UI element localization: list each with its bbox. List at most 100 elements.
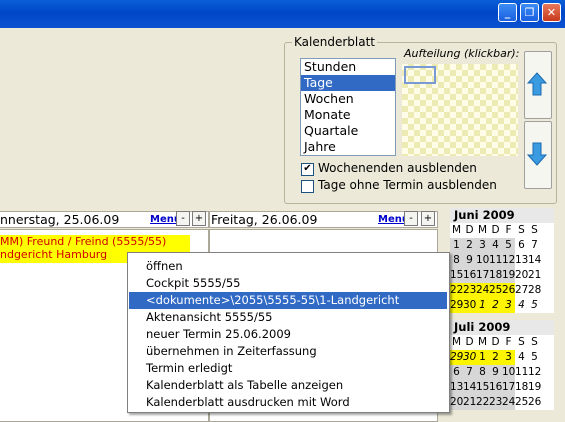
calendar-day[interactable]: 3 [502, 350, 515, 365]
calendar-day[interactable]: 24 [502, 395, 515, 410]
scroll-up-button[interactable] [524, 51, 552, 119]
calendar-day[interactable]: 28 [528, 283, 541, 298]
calendar-day[interactable]: 1 [450, 238, 463, 253]
calendar-day[interactable]: 4 [489, 238, 502, 253]
day-plus-button-2[interactable]: + [421, 211, 435, 226]
calendar-day[interactable]: 13 [515, 253, 528, 268]
unit-item-wochen[interactable]: Wochen [301, 91, 395, 107]
calendar-day[interactable]: 3 [476, 238, 489, 253]
context-menu-item[interactable]: neuer Termin 25.06.2009 [129, 326, 447, 343]
calendar-day[interactable]: 9 [489, 365, 502, 380]
calendar-weekday-label: D [465, 336, 474, 348]
calendar-day[interactable]: 29 [450, 298, 463, 313]
calendar-day[interactable]: 30 [463, 298, 476, 313]
calendar-day[interactable]: 6 [515, 238, 528, 253]
day-minus-button-2[interactable]: - [404, 211, 418, 226]
calendar-day[interactable]: 25 [515, 395, 528, 410]
calendar-day[interactable]: 14 [528, 253, 541, 268]
calendar-day[interactable]: 25 [489, 283, 502, 298]
calendar-day[interactable]: 7 [528, 238, 541, 253]
calendar-day[interactable]: 15 [450, 268, 463, 283]
close-button[interactable]: ✕ [542, 3, 561, 22]
no-appointment-checkbox-label: Tage ohne Termin ausblenden [318, 178, 497, 192]
scroll-down-button[interactable] [524, 121, 552, 189]
unit-item-tage[interactable]: Tage [301, 75, 395, 91]
calendar-day[interactable]: 16 [463, 268, 476, 283]
arrow-up-icon [527, 72, 547, 96]
day-minus-button-1[interactable]: - [176, 211, 190, 226]
calendar-day[interactable]: 26 [528, 395, 541, 410]
calendar-day[interactable]: 12 [502, 253, 515, 268]
calendar-day[interactable]: 2 [489, 298, 502, 313]
calendar-day[interactable]: 5 [528, 298, 541, 313]
calendar-day[interactable]: 19 [528, 380, 541, 395]
appointment-line-1: MM) Freund / Freind (5555/55) [0, 235, 167, 248]
calendar-day[interactable]: 9 [463, 253, 476, 268]
calendar-day[interactable]: 15 [476, 380, 489, 395]
context-menu-item[interactable]: Cockpit 5555/55 [129, 275, 447, 292]
time-unit-list[interactable]: Stunden Tage Wochen Monate Quartale Jahr… [300, 58, 396, 156]
calendar-day[interactable]: 23 [489, 395, 502, 410]
calendar-day[interactable]: 22 [450, 283, 463, 298]
calendar-day[interactable]: 8 [476, 365, 489, 380]
weekends-checkbox-label: Wochenenden ausblenden [318, 161, 477, 175]
calendar-day[interactable]: 27 [515, 283, 528, 298]
calendar-day[interactable]: 21 [463, 395, 476, 410]
calendar-day[interactable]: 11 [515, 365, 528, 380]
calendar-day[interactable]: 18 [489, 268, 502, 283]
calendar-day[interactable]: 1 [476, 350, 489, 365]
unit-item-monate[interactable]: Monate [301, 107, 395, 123]
calendar-day[interactable]: 11 [489, 253, 502, 268]
calendar-day[interactable]: 1 [476, 298, 489, 313]
calendar-day[interactable]: 22 [476, 395, 489, 410]
context-menu-item[interactable]: Termin erledigt [129, 360, 447, 377]
calendar-day[interactable]: 20 [450, 395, 463, 410]
calendar-weekday-label: M [477, 336, 488, 348]
calendar-day[interactable]: 18 [515, 380, 528, 395]
calendar-day[interactable]: 12 [528, 365, 541, 380]
calendar-day[interactable]: 5 [528, 350, 541, 365]
aufteilung-selection [404, 66, 436, 84]
unit-item-jahre[interactable]: Jahre [301, 139, 395, 155]
calendar-day[interactable]: 7 [463, 365, 476, 380]
calendar-day[interactable]: 24 [476, 283, 489, 298]
calendar-day[interactable]: 2 [489, 350, 502, 365]
calendar-day[interactable]: 10 [502, 365, 515, 380]
weekends-checkbox[interactable]: ✔ [301, 163, 314, 176]
calendar-day[interactable]: 16 [489, 380, 502, 395]
calendar-day[interactable]: 20 [515, 268, 528, 283]
minimize-button[interactable]: _ [498, 3, 517, 22]
calendar-day[interactable]: 23 [463, 283, 476, 298]
context-menu-item[interactable]: Kalenderblatt als Tabelle anzeigen [129, 377, 447, 394]
aufteilung-label: Aufteilung (klickbar): [404, 47, 520, 60]
restore-button[interactable]: ❐ [520, 3, 539, 22]
calendar-day[interactable]: 3 [502, 298, 515, 313]
calendar-day[interactable]: 19 [502, 268, 515, 283]
calendar-day[interactable]: 29 [450, 350, 463, 365]
calendar-day[interactable]: 6 [450, 365, 463, 380]
unit-item-stunden[interactable]: Stunden [301, 59, 395, 75]
calendar-day[interactable]: 10 [476, 253, 489, 268]
calendar-month-title: Juni 2009 [450, 208, 554, 223]
context-menu-item[interactable]: <dokumente>\2055\5555-55\1-Landgericht H… [129, 292, 447, 324]
context-menu-item[interactable]: Aktenansicht 5555/55 [129, 309, 447, 326]
calendar-day[interactable]: 4 [515, 298, 528, 313]
calendar-day[interactable]: 21 [528, 268, 541, 283]
calendar-day[interactable]: 13 [450, 380, 463, 395]
calendar-weekday-label: F [505, 336, 512, 348]
context-menu-item[interactable]: Kalenderblatt ausdrucken mit Word [129, 394, 447, 411]
no-appointment-checkbox[interactable] [301, 180, 314, 193]
calendar-day[interactable]: 4 [515, 350, 528, 365]
calendar-day[interactable]: 17 [502, 380, 515, 395]
calendar-day[interactable]: 5 [502, 238, 515, 253]
unit-item-quartale[interactable]: Quartale [301, 123, 395, 139]
calendar-day[interactable]: 17 [476, 268, 489, 283]
context-menu-item[interactable]: übernehmen in Zeiterfassung [129, 343, 447, 360]
calendar-day[interactable]: 26 [502, 283, 515, 298]
calendar-day[interactable]: 14 [463, 380, 476, 395]
calendar-day[interactable]: 2 [463, 238, 476, 253]
day-plus-button-1[interactable]: + [192, 211, 206, 226]
calendar-day[interactable]: 30 [463, 350, 476, 365]
calendar-day[interactable]: 8 [450, 253, 463, 268]
context-menu-item[interactable]: öffnen [129, 258, 447, 275]
